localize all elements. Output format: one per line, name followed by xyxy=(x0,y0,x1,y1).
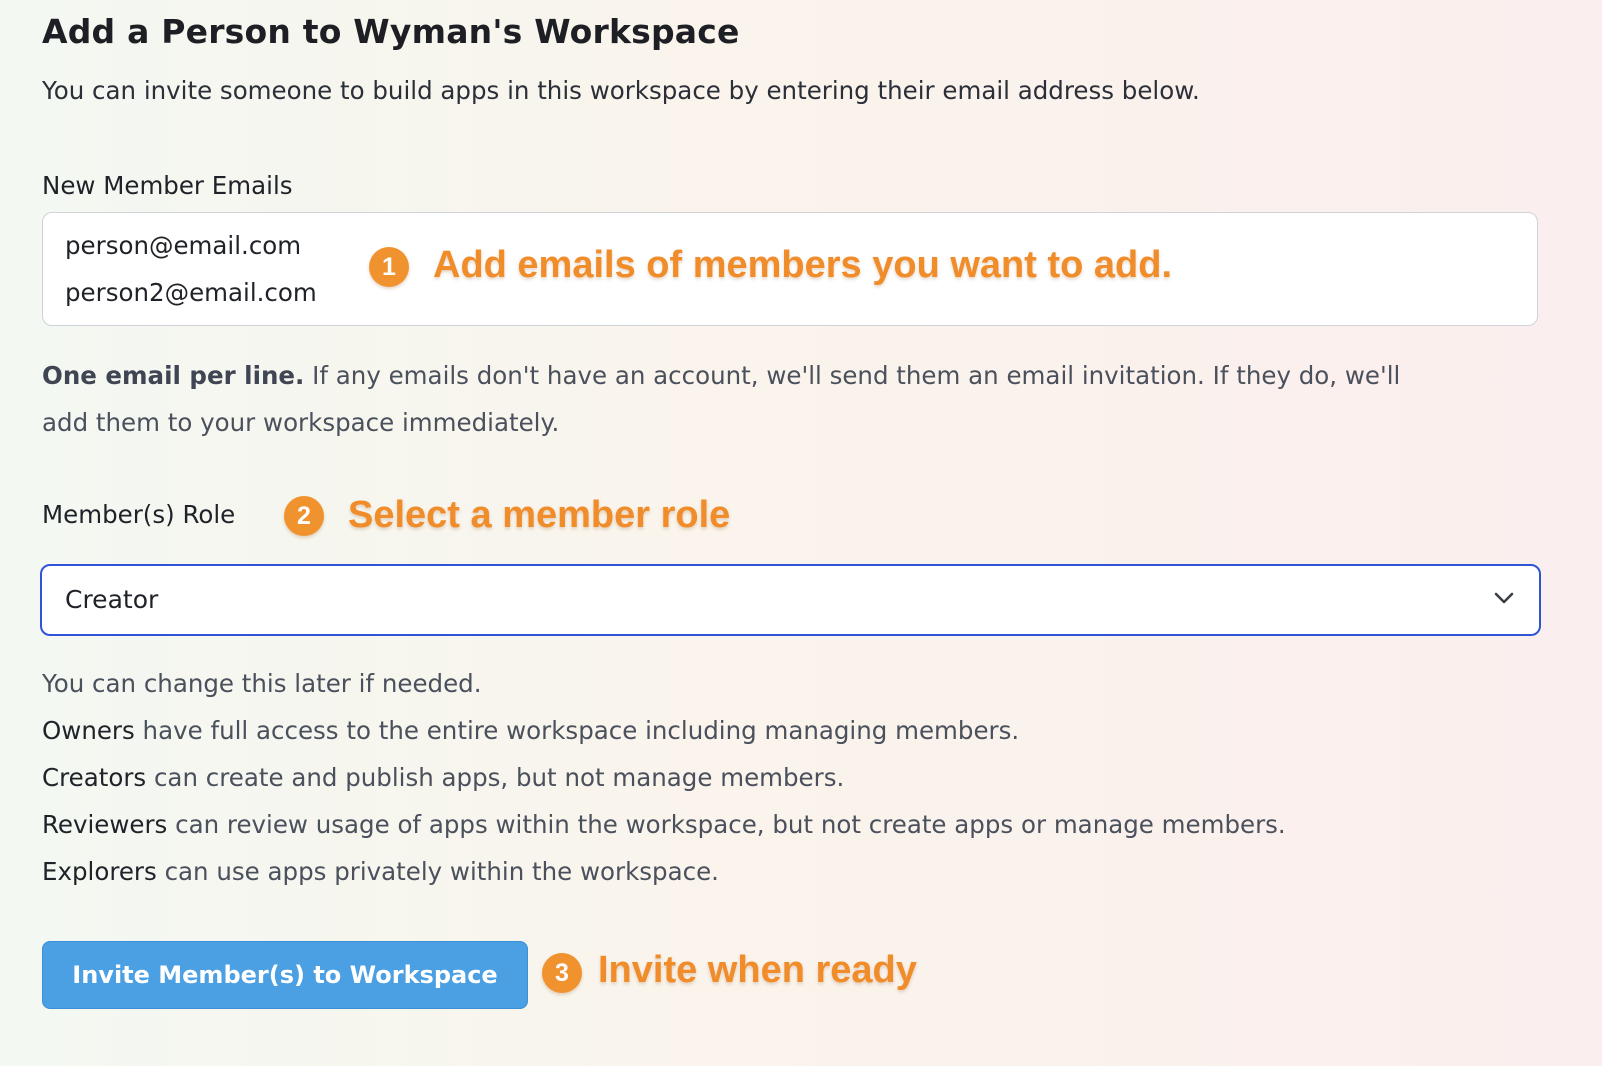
annotation-badge-3: 3 xyxy=(542,953,582,993)
role-desc-reviewers: Reviewers can review usage of apps withi… xyxy=(42,801,1286,848)
annotation-badge-1: 1 xyxy=(369,247,409,287)
role-label: Member(s) Role xyxy=(42,500,236,529)
annotation-text-2: Select a member role xyxy=(348,494,731,536)
role-note: You can change this later if needed. xyxy=(42,669,482,698)
role-text: have full access to the entire workspace… xyxy=(134,716,1020,745)
role-name: Explorers xyxy=(42,857,157,886)
role-desc-explorers: Explorers can use apps privately within … xyxy=(42,848,1286,895)
emails-label: New Member Emails xyxy=(42,171,293,200)
role-text: can review usage of apps within the work… xyxy=(167,810,1286,839)
role-select[interactable]: Creator xyxy=(40,564,1541,636)
page-intro: You can invite someone to build apps in … xyxy=(42,76,1200,105)
role-name: Reviewers xyxy=(42,810,168,839)
invite-members-button[interactable]: Invite Member(s) to Workspace xyxy=(42,941,528,1009)
role-text: can use apps privately within the worksp… xyxy=(156,857,719,886)
emails-help-text: If any emails don't have an account, we'… xyxy=(304,361,1401,390)
page-title: Add a Person to Wyman's Workspace xyxy=(42,12,740,51)
annotation-text-1: Add emails of members you want to add. xyxy=(433,244,1173,286)
email-line: person2@email.com xyxy=(65,278,317,307)
role-text: can create and publish apps, but not man… xyxy=(146,763,845,792)
role-desc-owners: Owners have full access to the entire wo… xyxy=(42,707,1286,754)
annotation-text-3: Invite when ready xyxy=(598,949,917,991)
role-select-value: Creator xyxy=(65,585,159,614)
chevron-down-icon xyxy=(1494,592,1514,604)
role-name: Owners xyxy=(42,716,135,745)
emails-textarea[interactable]: person@email.com person2@email.com 1 Add… xyxy=(42,212,1538,326)
annotation-badge-2: 2 xyxy=(284,496,324,536)
emails-help: One email per line. If any emails don't … xyxy=(42,352,1400,446)
role-descriptions: You can change this later if needed. Own… xyxy=(42,660,1286,895)
emails-help-bold: One email per line. xyxy=(42,361,305,390)
email-line: person@email.com xyxy=(65,231,302,260)
emails-help-text-2: add them to your workspace immediately. xyxy=(42,408,560,437)
role-name: Creators xyxy=(42,763,147,792)
role-desc-creators: Creators can create and publish apps, bu… xyxy=(42,754,1286,801)
